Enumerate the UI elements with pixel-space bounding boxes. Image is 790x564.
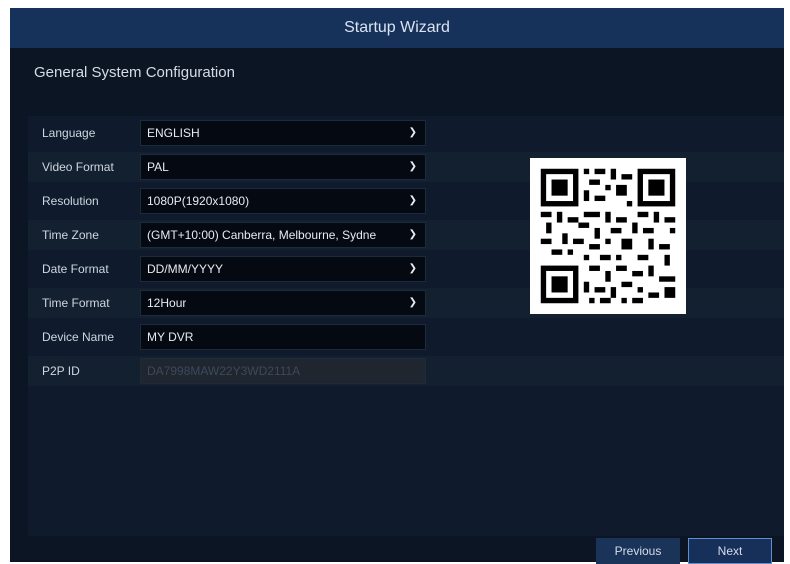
previous-button[interactable]: Previous [596, 538, 680, 564]
chevron-down-icon: ❯ [408, 195, 417, 206]
chevron-down-icon: ❯ [408, 297, 417, 308]
chevron-down-icon: ❯ [408, 229, 417, 240]
p2p-id-row: P2P ID DA7998MAW22Y3WD2111A [28, 356, 784, 386]
time-format-select[interactable]: 12Hour ❯ [140, 290, 426, 316]
device-name-input[interactable]: MY DVR [140, 324, 426, 350]
time-zone-label: Time Zone [42, 228, 99, 242]
window-title: Startup Wizard [10, 8, 784, 48]
time-zone-select[interactable]: (GMT+10:00) Canberra, Melbourne, Sydne ❯ [140, 222, 426, 248]
p2p-id-label: P2P ID [42, 364, 80, 378]
device-name-label: Device Name [42, 330, 115, 344]
video-format-select[interactable]: PAL ❯ [140, 154, 426, 180]
date-format-select[interactable]: DD/MM/YYYY ❯ [140, 256, 426, 282]
time-format-label: Time Format [42, 296, 110, 310]
date-format-label: Date Format [42, 262, 109, 276]
section-title: General System Configuration [34, 64, 235, 81]
qr-code [530, 158, 686, 314]
next-button[interactable]: Next [688, 538, 772, 564]
chevron-down-icon: ❯ [408, 263, 417, 274]
video-format-label: Video Format [42, 160, 114, 174]
resolution-label: Resolution [42, 194, 99, 208]
p2p-id-field: DA7998MAW22Y3WD2111A [140, 358, 426, 384]
startup-wizard-window: Startup Wizard General System Configurat… [10, 8, 784, 564]
chevron-down-icon: ❯ [408, 127, 417, 138]
language-label: Language [42, 126, 96, 140]
resolution-select[interactable]: 1080P(1920x1080) ❯ [140, 188, 426, 214]
device-name-row: Device Name MY DVR [28, 322, 784, 352]
language-row: Language ENGLISH ❯ [28, 118, 784, 148]
chevron-down-icon: ❯ [408, 161, 417, 172]
language-select[interactable]: ENGLISH ❯ [140, 120, 426, 146]
